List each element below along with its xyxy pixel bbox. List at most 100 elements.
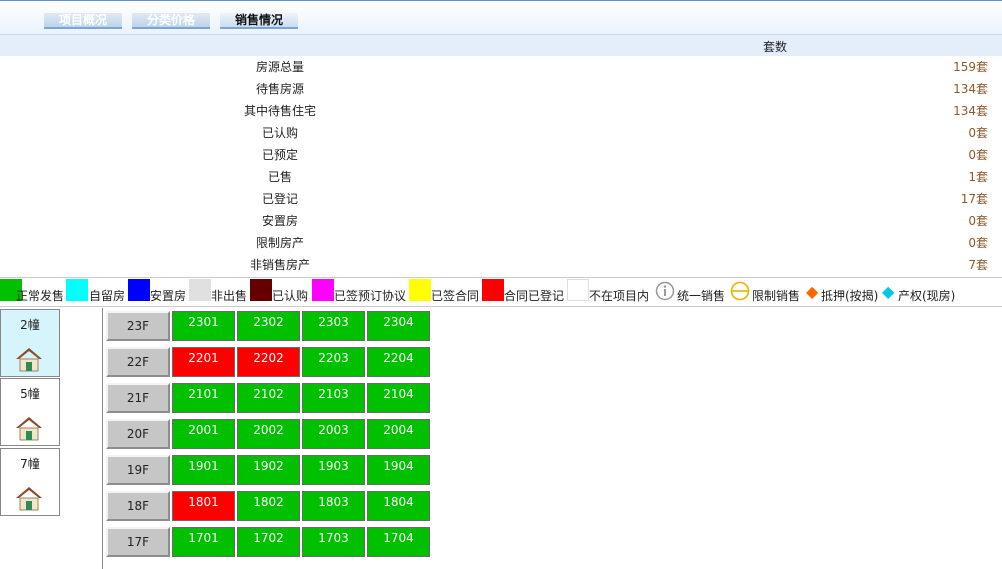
stat-label: 安置房: [261, 214, 298, 228]
unit-cell[interactable]: 1804: [367, 491, 430, 521]
unit-cell[interactable]: 1902: [237, 455, 300, 485]
unit-cell[interactable]: 2303: [302, 311, 365, 341]
building-name: 5幢: [20, 387, 40, 401]
building-name: 2幢: [20, 318, 40, 332]
stat-label: 其中待售住宅: [243, 104, 316, 118]
stat-value: 134套: [953, 82, 988, 96]
stat-value: 0套: [968, 236, 988, 250]
restricted-circle-icon: [730, 281, 750, 301]
unit-cell[interactable]: 2101: [172, 383, 235, 413]
floor-row: 17F 1701 1702 1703 1704: [102, 524, 432, 560]
unit-cell[interactable]: 1803: [302, 491, 365, 521]
floor-row: 23F 2301 2302 2303 2304: [102, 308, 432, 344]
legend-label: 已签预订协议: [334, 289, 407, 303]
stat-value: 134套: [953, 104, 988, 118]
stat-row: 已认购 0套: [0, 122, 1002, 144]
unit-cell[interactable]: 1703: [302, 527, 365, 557]
floor-label: 17F: [106, 527, 170, 557]
legend-swatch: [66, 279, 88, 301]
legend-label: 不在项目内: [589, 289, 650, 303]
floor-row: 19F 1901 1902 1903 1904: [102, 452, 432, 488]
unit-cell[interactable]: 2001: [172, 419, 235, 449]
building-name: 7幢: [20, 457, 40, 471]
unit-cell[interactable]: 2302: [237, 311, 300, 341]
floor-row: 22F 2201 2202 2203 2204: [102, 344, 432, 380]
floor-label: 20F: [106, 419, 170, 449]
legend-label: 正常发售: [16, 289, 65, 303]
legend-label: 已签合同: [431, 289, 480, 303]
stat-row: 已预定 0套: [0, 144, 1002, 166]
stat-value: 17套: [960, 192, 988, 206]
unit-cell[interactable]: 2102: [237, 383, 300, 413]
stats-table: 房源总量 159套 待售房源 134套 其中待售住宅 134套 已认购 0套 已预定 0套…: [0, 56, 1002, 276]
stat-label: 待售房源: [255, 82, 304, 96]
tab-project-overview[interactable]: 项目概况: [44, 13, 122, 29]
legend-label: 已认购: [272, 289, 309, 303]
diamond-icon: ◆: [806, 282, 819, 301]
unit-cell[interactable]: 2103: [302, 383, 365, 413]
stat-value: 0套: [968, 126, 988, 140]
building-tab-2[interactable]: 2幢: [0, 309, 60, 377]
unit-cell[interactable]: 1801: [172, 491, 235, 521]
legend-label: 自留房: [89, 289, 126, 303]
legend-label: 合同已登记: [504, 289, 565, 303]
unit-cell[interactable]: 2004: [367, 419, 430, 449]
unit-cell[interactable]: 1701: [172, 527, 235, 557]
floor-label: 19F: [106, 455, 170, 485]
building-tab-7[interactable]: 7幢: [0, 448, 60, 516]
house-icon: [16, 417, 42, 441]
legend-swatch: [567, 279, 589, 301]
legend-swatch: [128, 279, 150, 301]
floor-label: 23F: [106, 311, 170, 341]
legend-label: 安置房: [150, 289, 187, 303]
unit-cell[interactable]: 2201: [172, 347, 235, 377]
stat-row: 待售房源 134套: [0, 78, 1002, 100]
stat-row: 房源总量 159套: [0, 56, 1002, 78]
stat-label: 已认购: [261, 126, 298, 140]
house-icon: [16, 487, 42, 511]
legend-label: 统一销售: [677, 289, 726, 303]
legend-label: 抵押(按揭): [821, 289, 879, 303]
stat-label: 非销售房产: [249, 258, 310, 272]
stat-row: 已登记 17套: [0, 188, 1002, 210]
stat-row: 限制房产 0套: [0, 232, 1002, 254]
info-circle-icon: [655, 281, 675, 301]
building-tab-5[interactable]: 5幢: [0, 378, 60, 446]
legend-swatch: [482, 279, 504, 301]
tab-category-price[interactable]: 分类价格: [132, 13, 210, 29]
unit-cell[interactable]: 2301: [172, 311, 235, 341]
legend-swatch: [250, 279, 272, 301]
unit-cell[interactable]: 1802: [237, 491, 300, 521]
legend-label: 限制销售: [752, 289, 801, 303]
unit-cell[interactable]: 2304: [367, 311, 430, 341]
legend-swatch: [189, 279, 211, 301]
house-icon: [16, 348, 42, 372]
stat-value: 0套: [968, 214, 988, 228]
unit-cell[interactable]: 1901: [172, 455, 235, 485]
unit-cell[interactable]: 2002: [237, 419, 300, 449]
unit-cell[interactable]: 1903: [302, 455, 365, 485]
legend-label: 非出售: [211, 289, 248, 303]
unit-cell[interactable]: 1704: [367, 527, 430, 557]
floor-label: 21F: [106, 383, 170, 413]
unit-cell[interactable]: 2203: [302, 347, 365, 377]
stat-row: 其中待售住宅 134套: [0, 100, 1002, 122]
unit-cell[interactable]: 2202: [237, 347, 300, 377]
stat-value: 0套: [968, 148, 988, 162]
stat-row: 非销售房产 7套: [0, 254, 1002, 276]
unit-cell[interactable]: 2104: [367, 383, 430, 413]
stats-header-row: 套数: [0, 34, 1002, 56]
stat-label: 限制房产: [255, 236, 304, 250]
tab-sales-status[interactable]: 销售情况: [220, 13, 298, 29]
floor-label: 22F: [106, 347, 170, 377]
unit-cell[interactable]: 1702: [237, 527, 300, 557]
stat-value: 159套: [953, 60, 988, 74]
floor-row: 21F 2101 2102 2103 2104: [102, 380, 432, 416]
unit-cell[interactable]: 2003: [302, 419, 365, 449]
unit-cell[interactable]: 2204: [367, 347, 430, 377]
status-legend: 正常发售 自留房 安置房 非出售 已认购 已签预订协议 已签合同 合同已登记 不…: [0, 277, 1002, 307]
unit-cell[interactable]: 1904: [367, 455, 430, 485]
legend-swatch: [312, 279, 334, 301]
stat-label: 已售: [267, 170, 292, 184]
floor-row: 20F 2001 2002 2003 2004: [102, 416, 432, 452]
